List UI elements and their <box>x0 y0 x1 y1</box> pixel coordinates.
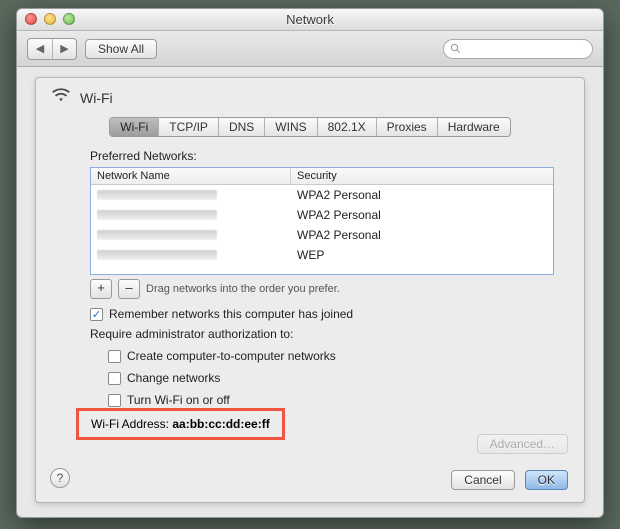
show-all-button[interactable]: Show All <box>85 39 157 59</box>
remember-networks-label: Remember networks this computer has join… <box>109 307 353 321</box>
titlebar: Network <box>17 9 603 31</box>
close-window-button[interactable] <box>25 13 37 25</box>
tab-content: Preferred Networks: Network Name Securit… <box>36 137 584 411</box>
tab-hardware[interactable]: Hardware <box>438 118 510 136</box>
sheet-header: Wi-Fi <box>36 78 584 115</box>
security-cell: WPA2 Personal <box>291 208 553 222</box>
tab-wins[interactable]: WINS <box>265 118 317 136</box>
preferred-networks-table[interactable]: Network Name Security WPA2 Personal WPA2… <box>90 167 554 275</box>
turn-wifi-checkbox[interactable] <box>108 394 121 407</box>
help-button[interactable]: ? <box>50 468 70 488</box>
admin-option-row: Turn Wi-Fi on or off <box>108 393 554 407</box>
change-networks-checkbox[interactable] <box>108 372 121 385</box>
traffic-lights <box>25 13 75 25</box>
remove-network-button[interactable]: – <box>118 279 140 299</box>
advanced-button[interactable]: Advanced… <box>477 434 568 454</box>
tab-tcpip[interactable]: TCP/IP <box>159 118 219 136</box>
table-header: Network Name Security <box>91 168 553 185</box>
toolbar: ◀ ▶ Show All <box>17 31 603 67</box>
preferred-networks-label: Preferred Networks: <box>90 149 554 163</box>
nav-back-forward: ◀ ▶ <box>27 38 77 60</box>
tab-dns[interactable]: DNS <box>219 118 265 136</box>
sheet-footer: Cancel OK <box>451 470 568 490</box>
security-cell: WPA2 Personal <box>291 188 553 202</box>
back-button[interactable]: ◀ <box>28 39 52 59</box>
search-field[interactable] <box>443 39 593 59</box>
tab-8021x[interactable]: 802.1X <box>318 118 377 136</box>
col-network-name[interactable]: Network Name <box>91 168 291 184</box>
table-row[interactable]: WPA2 Personal <box>91 225 553 245</box>
remember-networks-checkbox[interactable]: ✓ <box>90 308 103 321</box>
zoom-window-button[interactable] <box>63 13 75 25</box>
wifi-advanced-sheet: Wi-Fi Wi-Fi TCP/IP DNS WINS 802.1X Proxi… <box>35 77 585 503</box>
window-title: Network <box>286 12 334 27</box>
ok-button[interactable]: OK <box>525 470 568 490</box>
table-row[interactable]: WEP <box>91 245 553 265</box>
add-remove-row: + – Drag networks into the order you pre… <box>90 279 554 299</box>
wifi-address-label: Wi-Fi Address: <box>91 417 169 431</box>
change-networks-label: Change networks <box>127 371 220 385</box>
tabstrip: Wi-Fi TCP/IP DNS WINS 802.1X Proxies Har… <box>36 117 584 137</box>
admin-option-row: Change networks <box>108 371 554 385</box>
forward-button[interactable]: ▶ <box>52 39 76 59</box>
wifi-address-highlight: Wi-Fi Address: aa:bb:cc:dd:ee:ff <box>76 408 285 440</box>
tab-proxies[interactable]: Proxies <box>377 118 438 136</box>
wifi-icon <box>50 86 72 109</box>
create-c2c-label: Create computer-to-computer networks <box>127 349 336 363</box>
col-security[interactable]: Security <box>291 168 553 184</box>
redacted-network-name <box>97 250 217 260</box>
search-icon <box>450 43 461 54</box>
drag-hint: Drag networks into the order you prefer. <box>146 283 340 295</box>
create-c2c-checkbox[interactable] <box>108 350 121 363</box>
tab-wifi[interactable]: Wi-Fi <box>110 118 159 136</box>
require-admin-label: Require administrator authorization to: <box>90 327 554 341</box>
add-network-button[interactable]: + <box>90 279 112 299</box>
remember-networks-row: ✓ Remember networks this computer has jo… <box>90 307 554 321</box>
minimize-window-button[interactable] <box>44 13 56 25</box>
wifi-address-value: aa:bb:cc:dd:ee:ff <box>172 417 269 431</box>
security-cell: WPA2 Personal <box>291 228 553 242</box>
sheet-title: Wi-Fi <box>80 90 113 106</box>
turn-wifi-label: Turn Wi-Fi on or off <box>127 393 230 407</box>
redacted-network-name <box>97 230 217 240</box>
redacted-network-name <box>97 210 217 220</box>
admin-option-row: Create computer-to-computer networks <box>108 349 554 363</box>
redacted-network-name <box>97 190 217 200</box>
table-row[interactable]: WPA2 Personal <box>91 205 553 225</box>
table-row[interactable]: WPA2 Personal <box>91 185 553 205</box>
security-cell: WEP <box>291 248 553 262</box>
network-preferences-window: Network ◀ ▶ Show All Wi-Fi Wi-Fi TCP/IP … <box>16 8 604 518</box>
cancel-button[interactable]: Cancel <box>451 470 514 490</box>
